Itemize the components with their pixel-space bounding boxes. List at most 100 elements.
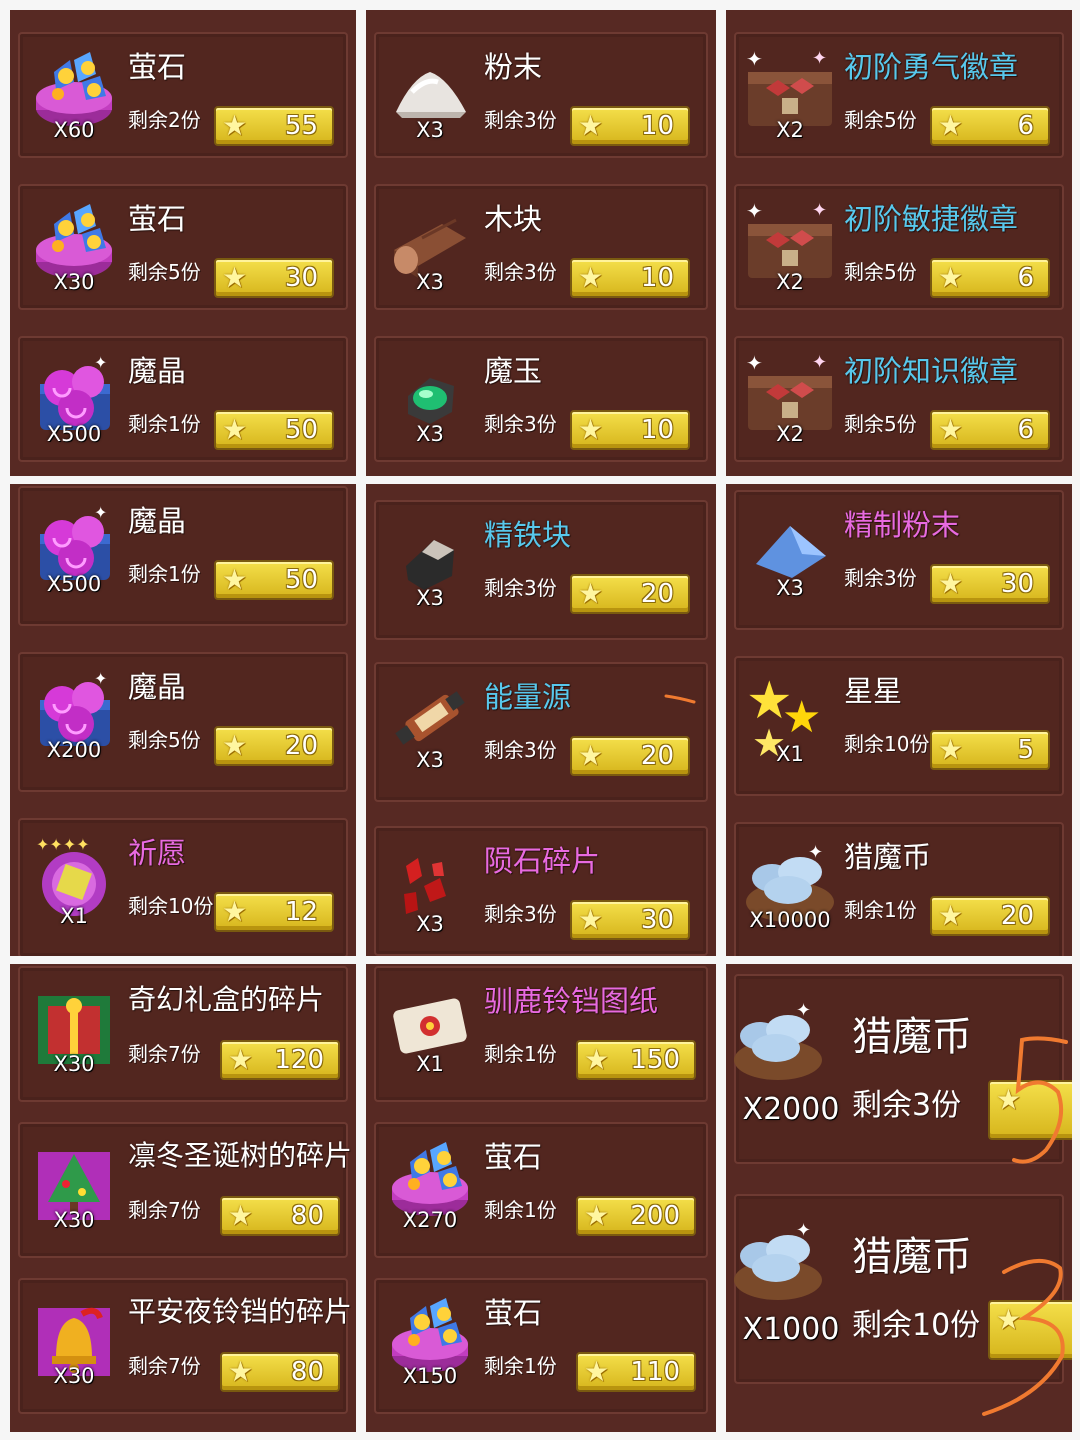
item-remaining: 剩余5份 [844,412,917,436]
buy-price-button[interactable]: ★ 6 [930,258,1050,298]
price-value: 10 [640,263,674,293]
shop-item-card[interactable]: ✦ ✦ X2 初阶知识徽章 剩余5份 ★ 6 [734,336,1064,462]
shop-item-card[interactable]: ✦ X500 魔晶 剩余1份 ★ 50 [18,336,348,462]
shop-item-card[interactable]: ✦ ✦ X2 初阶敏捷徽章 剩余5份 ★ 6 [734,184,1064,310]
svg-text:✦: ✦ [94,669,107,688]
buy-price-button[interactable]: ★ 10 [570,258,690,298]
buy-price-button[interactable]: ★ 10 [570,410,690,450]
buy-price-button[interactable]: ★ 150 [576,1040,696,1080]
shop-item-card[interactable]: ✦ X10000 猎魔币 剩余1份 ★ 20 [734,822,1064,956]
item-name: 粉末 [484,50,543,84]
item-name: 初阶勇气徽章 [844,50,1019,84]
buy-price-button[interactable]: ★ 120 [220,1040,340,1080]
item-remaining: 剩余7份 [128,1354,201,1378]
price-value: 50 [284,565,318,595]
shop-item-card[interactable]: X270 萤石 剩余1份 ★ 200 [374,1122,708,1258]
shop-item-card[interactable]: X30 平安夜铃铛的碎片 剩余7份 ★ 80 [18,1278,352,1414]
price-value: 30 [1000,569,1034,599]
shop-item-card[interactable]: X30 萤石 剩余5份 ★ 30 [18,184,348,310]
shop-item-card[interactable]: ✦✦✦✦ X1 祈愿 剩余10份 ★ 12 [18,818,348,956]
buy-price-button[interactable]: ★ 20 [930,896,1050,936]
shop-item-card[interactable]: X3 陨石碎片 剩余3份 ★ 30 [374,826,708,956]
buy-price-button[interactable]: ★ 200 [576,1196,696,1236]
shop-panel-p1: X60 萤石 剩余2份 ★ 55 X30 萤石 剩余5份 ★ 30 ✦ X500… [10,10,356,476]
star-currency-icon: ★ [938,899,964,932]
shop-item-card[interactable]: X1 驯鹿铃铛图纸 剩余1份 ★ 150 [374,966,708,1102]
buy-price-button[interactable]: ★ 10 [570,106,690,146]
star-currency-icon: ★ [222,261,248,294]
shop-item-card[interactable]: X30 凛冬圣诞树的碎片 剩余7份 ★ 80 [18,1122,352,1258]
svg-text:✦: ✦ [746,351,763,375]
svg-text:✦: ✦ [796,1220,811,1241]
item-name: 奇幻礼盒的碎片 [128,983,325,1016]
star-currency-icon: ★ [578,577,604,610]
star-currency-icon: ★ [938,109,964,142]
price-value: 20 [284,731,318,761]
shop-item-card[interactable]: ✦ X500 魔晶 剩余1份 ★ 50 [18,486,348,626]
buy-price-button[interactable]: ★ 6 [930,106,1050,146]
item-remaining: 剩余3份 [484,412,557,436]
shop-item-card[interactable]: X30 奇幻礼盒的碎片 剩余7份 ★ 120 [18,966,348,1102]
item-remaining: 剩余1份 [484,1042,557,1066]
star-currency-icon: ★ [222,109,248,142]
item-name: 魔晶 [128,670,187,704]
shop-item-card[interactable]: X3 精铁块 剩余3份 ★ 20 [374,500,708,640]
price-value: 150 [630,1045,680,1075]
shop-item-card[interactable]: ✦ X200 魔晶 剩余5份 ★ 20 [18,652,348,792]
buy-price-button[interactable]: ★ 80 [220,1352,340,1392]
shop-item-card[interactable]: ✦ X1000 猎魔币 剩余10份 ★ [734,1194,1072,1384]
buy-price-button[interactable]: ★ 5 [930,730,1050,770]
buy-price-button[interactable]: ★ 20 [570,736,690,776]
svg-text:✦: ✦ [812,48,827,69]
buy-price-button[interactable]: ★ 6 [930,410,1050,450]
item-name: 萤石 [484,1296,543,1330]
svg-text:✦: ✦ [812,352,827,373]
shop-item-card[interactable]: X150 萤石 剩余1份 ★ 110 [374,1278,708,1414]
buy-price-button[interactable]: ★ 50 [214,560,334,600]
buy-price-button[interactable]: ★ [988,1300,1072,1360]
item-name: 魔晶 [128,504,187,538]
item-name: 凛冬圣诞树的碎片 [128,1139,353,1172]
price-value: 10 [640,415,674,445]
svg-text:★: ★ [782,692,821,743]
item-name: 驯鹿铃铛图纸 [484,984,659,1018]
buy-price-button[interactable]: ★ 20 [214,726,334,766]
star-currency-icon: ★ [228,1199,254,1232]
shop-item-card[interactable]: ✦ X2000 猎魔币 剩余3份 ★ [734,974,1072,1164]
star-currency-icon: ★ [578,903,604,936]
buy-price-button[interactable]: ★ 80 [220,1196,340,1236]
item-quantity: X150 [402,1364,458,1388]
svg-text:✦: ✦ [808,842,823,863]
star-currency-icon: ★ [222,729,248,762]
price-value: 80 [290,1201,324,1231]
buy-price-button[interactable]: ★ 20 [570,574,690,614]
price-value: 200 [630,1201,680,1231]
svg-text:✦✦✦✦: ✦✦✦✦ [36,835,90,854]
buy-price-button[interactable]: ★ [988,1080,1072,1140]
star-currency-icon: ★ [938,413,964,446]
shop-panel-p3: ✦ ✦ X2 初阶勇气徽章 剩余5份 ★ 6 ✦ ✦ X2 初阶敏捷徽章 剩余5… [726,10,1072,476]
item-remaining: 剩余5份 [844,260,917,284]
item-quantity: X500 [46,422,102,446]
buy-price-button[interactable]: ★ 30 [930,564,1050,604]
shop-item-card[interactable]: X3 魔玉 剩余3份 ★ 10 [374,336,708,462]
star-currency-icon: ★ [222,563,248,596]
buy-price-button[interactable]: ★ 30 [570,900,690,940]
item-remaining: 剩余3份 [852,1088,962,1123]
price-value: 110 [630,1357,680,1387]
shop-item-card[interactable]: ✦ ✦ X2 初阶勇气徽章 剩余5份 ★ 6 [734,32,1064,158]
svg-text:✦: ✦ [746,47,763,71]
buy-price-button[interactable]: ★ 50 [214,410,334,450]
shop-item-card[interactable]: X3 精制粉末 剩余3份 ★ 30 [734,490,1064,630]
buy-price-button[interactable]: ★ 110 [576,1352,696,1392]
shop-item-card[interactable]: X3 粉末 剩余3份 ★ 10 [374,32,708,158]
buy-price-button[interactable]: ★ 55 [214,106,334,146]
buy-price-button[interactable]: ★ 12 [214,892,334,932]
shop-item-card[interactable]: ★ ★ ★ X1 星星 剩余10份 ★ 5 [734,656,1064,796]
buy-price-button[interactable]: ★ 30 [214,258,334,298]
item-name: 精制粉末 [844,508,961,542]
shop-item-card[interactable]: X60 萤石 剩余2份 ★ 55 [18,32,348,158]
shop-item-card[interactable]: X3 能量源 剩余3份 ★ 20 [374,662,708,802]
item-quantity: X60 [53,118,95,142]
shop-item-card[interactable]: X3 木块 剩余3份 ★ 10 [374,184,708,310]
